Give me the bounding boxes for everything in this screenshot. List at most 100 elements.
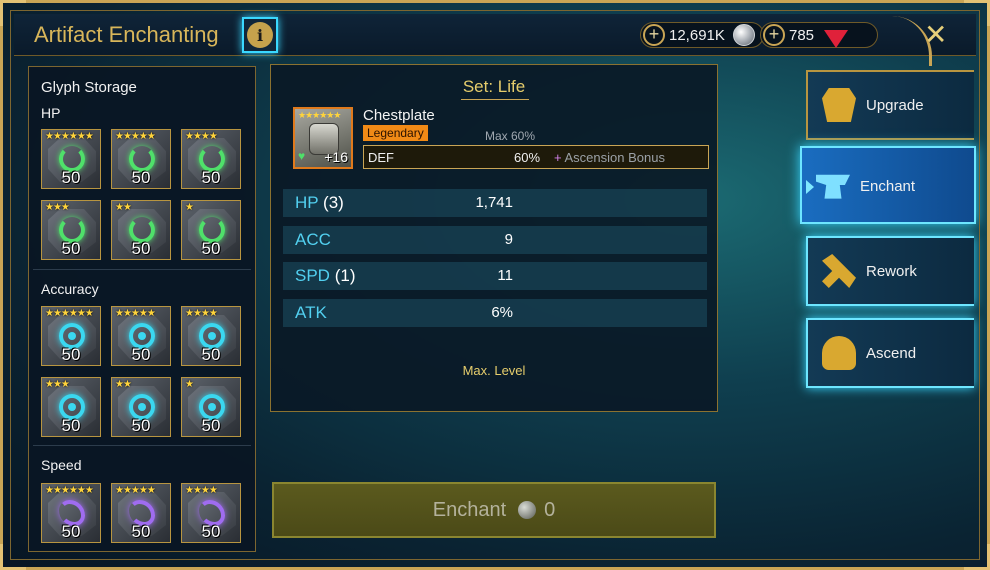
substat-label: SPD xyxy=(295,266,330,285)
artifact-stars: ★★★★★★ xyxy=(298,110,341,120)
enchant-button[interactable]: Enchant 0 xyxy=(272,482,716,538)
glyph-level: 50 xyxy=(131,416,151,435)
add-silver-button[interactable]: + xyxy=(643,24,665,46)
glyph-stars: ★★★★★★ xyxy=(45,485,94,496)
glyph-stars: ★★★★ xyxy=(185,308,218,319)
glyph-stars: ★★ xyxy=(115,202,132,213)
glyph-hp[interactable]: ★★★★★ 50 xyxy=(111,129,171,189)
tab-rework[interactable]: Rework xyxy=(806,236,974,306)
glyph-stars: ★★★★★★ xyxy=(45,131,94,142)
tools-icon xyxy=(822,254,856,288)
enchant-cost: 0 xyxy=(544,498,556,521)
max-level-label: Max. Level xyxy=(462,363,526,378)
substat-name: HP (3) xyxy=(295,193,344,213)
substat-value: 11 xyxy=(497,267,513,284)
tab-ascend[interactable]: Ascend xyxy=(806,318,974,388)
main-stat-name: DEF xyxy=(368,149,394,165)
glyph-level: 50 xyxy=(201,522,221,541)
add-gems-button[interactable]: + xyxy=(763,24,785,46)
page-title: Artifact Enchanting xyxy=(34,22,219,47)
artifact-name: Chestplate xyxy=(363,107,435,124)
enchant-button-label: Enchant xyxy=(432,498,507,521)
glyph-level: 50 xyxy=(61,239,81,258)
glyph-group-accuracy-label: Accuracy xyxy=(41,281,99,297)
close-button[interactable]: ✕ xyxy=(924,18,947,51)
glyph-level: 50 xyxy=(201,239,221,258)
substat-value: 9 xyxy=(504,231,513,248)
glyph-accuracy[interactable]: ★★★★★ 50 xyxy=(111,306,171,366)
glyph-storage-panel[interactable]: Glyph Storage HP ★★★★★★ 50 ★★★★★ 50 ★★★★ 50… xyxy=(28,66,256,552)
glyph-speed[interactable]: ★★★★★ 50 xyxy=(111,483,171,543)
substat-label: HP xyxy=(295,193,319,212)
main-stat-row: DEF 60% + Ascension Bonus xyxy=(363,145,709,169)
silver-coin-icon xyxy=(518,501,537,519)
group-divider xyxy=(33,269,251,270)
life-set-icon: ♥ xyxy=(298,149,306,163)
silver-coin-icon xyxy=(732,24,755,46)
glyph-level: 50 xyxy=(131,522,151,541)
glyph-speed[interactable]: ★★★★★★ 50 xyxy=(41,483,101,543)
substat-value: 6% xyxy=(491,304,513,321)
tab-enchant-label: Enchant xyxy=(860,178,916,195)
glyph-level: 50 xyxy=(61,522,81,541)
glyph-storage-title: Glyph Storage xyxy=(41,79,137,96)
silver-amount: 12,691K xyxy=(669,26,725,44)
glyph-group-speed-label: Speed xyxy=(41,457,82,473)
glyph-accuracy[interactable]: ★★★ 50 xyxy=(41,377,101,437)
frame-corner xyxy=(0,544,26,570)
info-icon: i xyxy=(247,22,273,48)
glyph-stars: ★★★★ xyxy=(185,131,218,142)
glyph-level: 50 xyxy=(201,416,221,435)
artifact-icon[interactable]: ★★★★★★ ♥ +16 xyxy=(293,107,353,169)
glyph-accuracy[interactable]: ★★★★ 50 xyxy=(181,306,241,366)
substat-name: ACC xyxy=(295,230,331,250)
substat-row: ACC 9 xyxy=(283,226,707,254)
substat-label: ACC xyxy=(295,230,331,249)
substat-value: 1,741 xyxy=(475,194,513,211)
substat-row: HP (3) 1,741 xyxy=(283,189,707,217)
glyph-stars: ★★★★★ xyxy=(115,485,156,496)
glyph-level: 50 xyxy=(201,345,221,364)
glyph-level: 50 xyxy=(61,345,81,364)
glyph-accuracy[interactable]: ★★★★★★ 50 xyxy=(41,306,101,366)
gem-amount: 785 xyxy=(789,26,815,44)
glyph-accuracy[interactable]: ★★ 50 xyxy=(111,377,171,437)
glyph-hp[interactable]: ★ 50 xyxy=(181,200,241,260)
ruby-gem-icon xyxy=(824,30,849,48)
glyph-level: 50 xyxy=(61,168,81,187)
info-button[interactable]: i xyxy=(242,17,278,53)
glyph-stars: ★ xyxy=(185,379,194,390)
glyph-stars: ★★★ xyxy=(45,202,70,213)
glyph-stars: ★★★★★ xyxy=(115,308,156,319)
main-stat-value: 60% xyxy=(514,149,541,165)
substat-row: SPD (1) 11 xyxy=(283,262,707,290)
bonus-plus: + xyxy=(554,149,562,165)
artifact-set-title: Set: Life xyxy=(462,77,526,96)
glyph-stars: ★★★ xyxy=(45,379,70,390)
anvil-icon xyxy=(816,174,850,199)
tab-rework-label: Rework xyxy=(866,263,917,280)
glyph-stars: ★ xyxy=(185,202,194,213)
armor-icon xyxy=(822,88,856,122)
glyph-hp[interactable]: ★★ 50 xyxy=(111,200,171,260)
tab-enchant[interactable]: Enchant xyxy=(800,146,976,224)
set-title-underline xyxy=(461,99,529,100)
glyph-hp[interactable]: ★★★★★★ 50 xyxy=(41,129,101,189)
header-bar: Artifact Enchanting i + 12,691K + 785 ✕ xyxy=(14,14,976,66)
substat-rolls: (3) xyxy=(323,193,344,212)
glyph-level: 50 xyxy=(131,168,151,187)
glyph-hp[interactable]: ★★★ 50 xyxy=(41,200,101,260)
ascension-bonus: + Ascension Bonus xyxy=(554,150,665,165)
substat-name: ATK xyxy=(295,303,327,323)
main-stat-max: Max 60% xyxy=(485,129,536,143)
glyph-hp[interactable]: ★★★★ 50 xyxy=(181,129,241,189)
tab-ascend-label: Ascend xyxy=(866,345,917,362)
glyph-stars: ★★ xyxy=(115,379,132,390)
glyph-accuracy[interactable]: ★ 50 xyxy=(181,377,241,437)
substat-label: ATK xyxy=(295,303,327,322)
glyph-speed[interactable]: ★★★★ 50 xyxy=(181,483,241,543)
bonus-label: Ascension Bonus xyxy=(564,149,665,165)
tab-upgrade[interactable]: Upgrade xyxy=(806,70,974,140)
glyph-stars: ★★★★★★ xyxy=(45,308,94,319)
silver-currency: + 12,691K xyxy=(640,22,764,48)
